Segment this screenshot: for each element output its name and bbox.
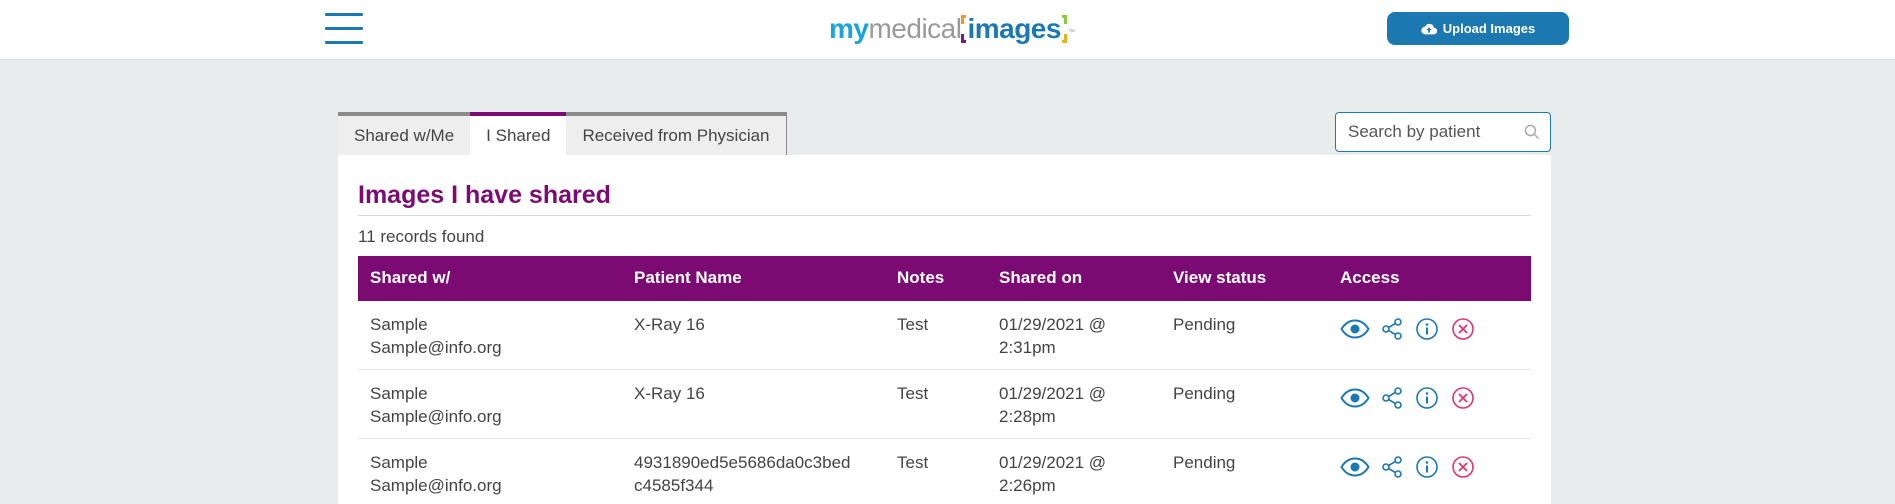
shared-with-email: Sample@info.org — [370, 407, 502, 426]
search-input[interactable] — [1336, 122, 1516, 142]
shared-time: 2:31pm — [999, 338, 1056, 357]
upload-images-button[interactable]: Upload Images — [1387, 12, 1569, 45]
shared-with-cell: Sample Sample@info.org — [370, 382, 620, 428]
shared-date: 01/29/2021 @ — [999, 384, 1107, 403]
records-count: 11 records found — [358, 227, 485, 246]
logo-text-images: images — [961, 9, 1067, 49]
patient-search-box — [1335, 112, 1551, 152]
access-actions — [1340, 455, 1475, 479]
shared-with-name: Sample — [370, 384, 428, 403]
shared-with-email: Sample@info.org — [370, 476, 502, 495]
column-header-shared-on[interactable]: Shared on — [999, 268, 1159, 288]
shared-on-cell: 01/29/2021 @ 2:31pm — [999, 313, 1159, 359]
notes-cell: Test — [897, 384, 929, 403]
page-title: Images I have shared — [358, 181, 611, 209]
shared-on-cell: 01/29/2021 @ 2:28pm — [999, 382, 1159, 428]
cloud-upload-icon — [1421, 23, 1437, 34]
shared-images-panel: Images I have shared 11 records found Sh… — [338, 155, 1551, 504]
column-header-shared-with[interactable]: Shared w/ — [370, 268, 620, 288]
patient-name: 4931890ed5e5686da0c3bed — [634, 453, 851, 472]
patient-name: X-Ray 16 — [634, 384, 705, 403]
shared-on-cell: 01/29/2021 @ 2:26pm — [999, 451, 1159, 497]
patient-name-cell: X-Ray 16 — [634, 382, 884, 405]
shared-images-table: Shared w/ Patient Name Notes Shared on V… — [358, 256, 1531, 504]
shared-with-name: Sample — [370, 453, 428, 472]
share-icon[interactable] — [1380, 455, 1404, 479]
info-icon[interactable] — [1415, 455, 1439, 479]
shared-with-email: Sample@info.org — [370, 338, 502, 357]
patient-name-cell: 4931890ed5e5686da0c3bed c4585f344 — [634, 451, 884, 497]
mymedicalimages-logo[interactable]: my medical images ™ — [829, 9, 1075, 49]
column-header-notes[interactable]: Notes — [897, 268, 987, 288]
title-divider — [358, 215, 1531, 216]
eye-icon[interactable] — [1340, 456, 1370, 478]
notes-cell: Test — [897, 315, 929, 334]
shared-time: 2:26pm — [999, 476, 1056, 495]
shared-date: 01/29/2021 @ — [999, 315, 1107, 334]
patient-name: X-Ray 16 — [634, 315, 705, 334]
shared-date: 01/29/2021 @ — [999, 453, 1107, 472]
logo-text-my: my — [829, 13, 869, 44]
tab-label: I Shared — [486, 125, 551, 145]
eye-icon[interactable] — [1340, 387, 1370, 409]
shared-with-cell: Sample Sample@info.org — [370, 451, 620, 497]
top-navigation-bar: my medical images ™ Upload Images — [0, 0, 1895, 60]
tab-received-from-physician[interactable]: Received from Physician — [566, 112, 787, 155]
close-circle-icon[interactable] — [1451, 317, 1475, 341]
info-icon[interactable] — [1415, 386, 1439, 410]
access-actions — [1340, 386, 1475, 410]
table-row: Sample Sample@info.org X-Ray 16 Test 01/… — [358, 301, 1531, 370]
close-circle-icon[interactable] — [1451, 455, 1475, 479]
logo-text-medical: medical — [868, 13, 962, 44]
hamburger-menu-icon[interactable] — [325, 13, 363, 45]
sharing-tabs: Shared w/Me I Shared Received from Physi… — [338, 112, 787, 155]
view-status-cell: Pending — [1173, 384, 1236, 403]
column-header-access: Access — [1340, 268, 1400, 287]
view-status-cell: Pending — [1173, 315, 1236, 334]
tab-label: Received from Physician — [582, 125, 770, 145]
shared-with-name: Sample — [370, 315, 428, 334]
notes-cell: Test — [897, 453, 929, 472]
upload-images-label: Upload Images — [1442, 21, 1536, 36]
patient-name-cont: c4585f344 — [634, 476, 714, 495]
access-actions — [1340, 317, 1475, 341]
tab-label: Shared w/Me — [354, 125, 455, 145]
column-header-patient-name[interactable]: Patient Name — [634, 268, 884, 288]
share-icon[interactable] — [1380, 317, 1404, 341]
info-icon[interactable] — [1415, 317, 1439, 341]
shared-time: 2:28pm — [999, 407, 1056, 426]
close-circle-icon[interactable] — [1451, 386, 1475, 410]
table-row: Sample Sample@info.org 4931890ed5e5686da… — [358, 439, 1531, 504]
logo-trademark: ™ — [1067, 29, 1075, 36]
tab-i-shared[interactable]: I Shared — [470, 112, 567, 155]
logo-text-images-label: images — [967, 13, 1061, 44]
table-row: Sample Sample@info.org X-Ray 16 Test 01/… — [358, 370, 1531, 439]
shared-with-cell: Sample Sample@info.org — [370, 313, 620, 359]
eye-icon[interactable] — [1340, 318, 1370, 340]
tab-shared-with-me[interactable]: Shared w/Me — [338, 112, 471, 155]
patient-name-cell: X-Ray 16 — [634, 313, 884, 336]
column-header-view-status[interactable]: View status — [1173, 268, 1323, 288]
view-status-cell: Pending — [1173, 453, 1236, 472]
table-header: Shared w/ Patient Name Notes Shared on V… — [358, 256, 1531, 301]
share-icon[interactable] — [1380, 386, 1404, 410]
search-icon[interactable] — [1524, 124, 1540, 140]
